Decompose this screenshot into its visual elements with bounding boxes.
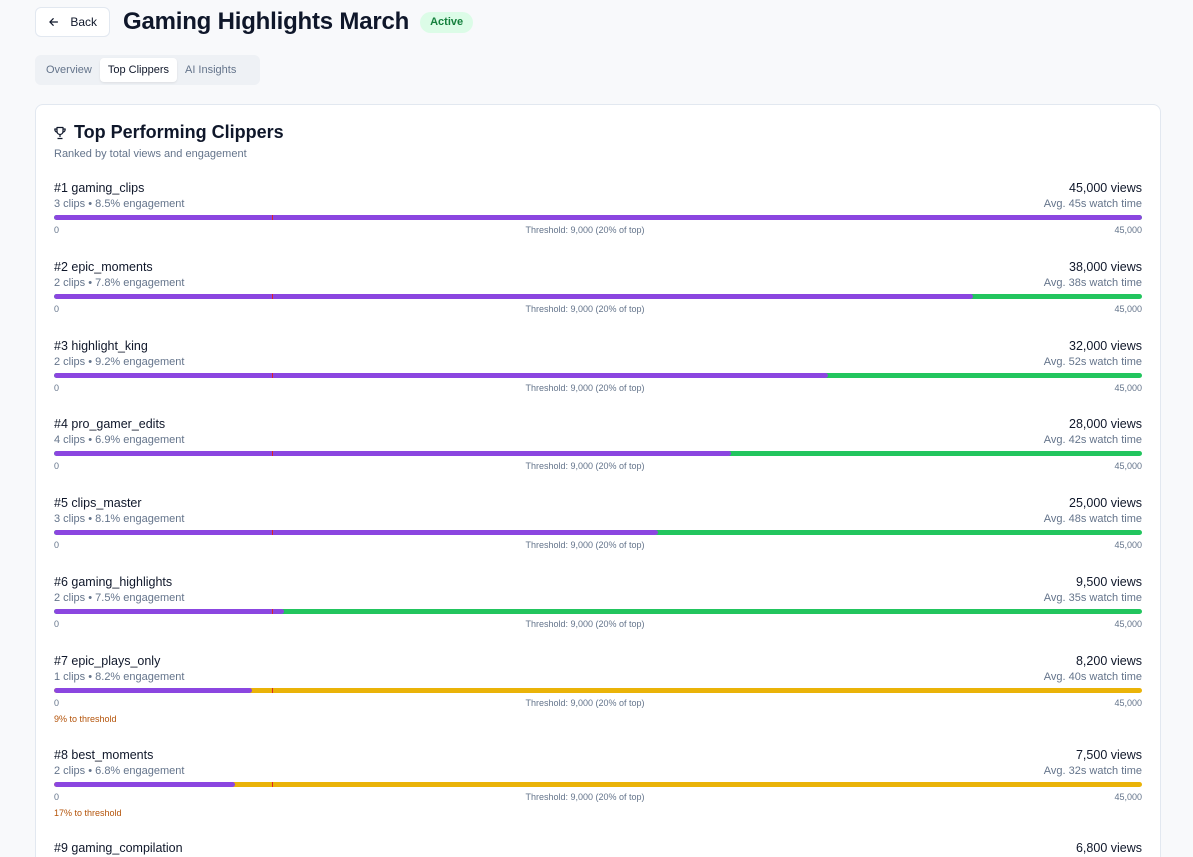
axis-max-label: 45,000 <box>1114 792 1142 802</box>
tab-ai-insights[interactable]: AI Insights <box>177 58 244 82</box>
threshold-marker <box>271 451 273 456</box>
axis-max-label: 45,000 <box>1114 304 1142 314</box>
tab-top-clippers[interactable]: Top Clippers <box>99 58 177 82</box>
clipper-meta: 2 clips • 7.5% engagement <box>54 592 185 604</box>
views-progress-bar <box>54 609 1142 614</box>
clipper-name: #5 clips_master <box>54 496 142 510</box>
threshold-marker <box>271 688 273 693</box>
views-progress-bar <box>54 451 1142 456</box>
arrow-left-icon <box>49 18 59 26</box>
clipper-views: 6,800 views <box>1075 841 1142 855</box>
clipper-meta: 1 clips • 8.2% engagement <box>54 671 185 683</box>
threshold-label: Threshold: 9,000 (20% of top) <box>525 540 645 550</box>
clipper-meta: 2 clips • 7.8% engagement <box>54 277 185 289</box>
clipper-meta: 4 clips • 6.9% engagement <box>54 434 185 446</box>
card-title-text: Top Performing Clippers <box>74 122 284 142</box>
threshold-marker <box>271 530 273 535</box>
clipper-name: #2 epic_moments <box>54 260 153 274</box>
clipper-views: 7,500 views <box>1075 748 1142 762</box>
axis-max-label: 45,000 <box>1114 698 1142 708</box>
progress-fill <box>54 782 236 787</box>
views-progress-bar <box>54 215 1142 220</box>
clipper-name: #8 best_moments <box>54 748 154 762</box>
threshold-marker <box>271 782 273 787</box>
progress-fill <box>54 530 659 535</box>
threshold-marker <box>271 609 273 614</box>
views-progress-bar <box>54 782 1142 787</box>
threshold-label: Threshold: 9,000 (20% of top) <box>525 698 645 708</box>
threshold-label: Threshold: 9,000 (20% of top) <box>525 304 645 314</box>
clipper-name: #7 epic_plays_only <box>54 654 161 668</box>
threshold-label: Threshold: 9,000 (20% of top) <box>525 792 645 802</box>
clipper-meta: 3 clips • 8.5% engagement <box>54 198 185 210</box>
clipper-meta: 3 clips • 8.1% engagement <box>54 513 185 525</box>
clipper-watch-time: Avg. 42s watch time <box>1043 434 1142 446</box>
to-threshold-label: 9% to threshold <box>54 714 117 724</box>
threshold-label: Threshold: 9,000 (20% of top) <box>525 383 645 393</box>
axis-max-label: 45,000 <box>1114 461 1142 471</box>
trophy-icon <box>54 126 66 139</box>
threshold-label: Threshold: 9,000 (20% of top) <box>525 225 645 235</box>
clipper-watch-time: Avg. 45s watch time <box>1043 198 1142 210</box>
progress-fill <box>54 373 828 378</box>
clipper-meta: 2 clips • 9.2% engagement <box>54 356 185 368</box>
axis-max-label: 45,000 <box>1114 540 1142 550</box>
clipper-views: 38,000 views <box>1069 260 1142 274</box>
axis-max-label: 45,000 <box>1114 619 1142 629</box>
axis-max-label: 45,000 <box>1114 225 1142 235</box>
threshold-label: Threshold: 9,000 (20% of top) <box>525 461 645 471</box>
page-header: Back Gaming Highlights March Active <box>35 7 474 37</box>
threshold-marker <box>271 373 273 378</box>
status-badge: Active <box>420 11 474 33</box>
clipper-watch-time: Avg. 35s watch time <box>1043 592 1142 604</box>
card-subtitle: Ranked by total views and engagement <box>54 148 247 160</box>
clipper-views: 32,000 views <box>1069 339 1142 353</box>
page-title: Gaming Highlights March <box>123 8 410 35</box>
clipper-watch-time: Avg. 38s watch time <box>1043 277 1142 289</box>
axis-max-label: 45,000 <box>1114 383 1142 393</box>
tab-overview[interactable]: Overview <box>38 58 100 82</box>
clipper-watch-time: Avg. 48s watch time <box>1043 513 1142 525</box>
views-progress-bar <box>54 294 1142 299</box>
progress-fill <box>54 609 284 614</box>
threshold-label: Threshold: 9,000 (20% of top) <box>525 619 645 629</box>
progress-fill <box>54 215 1142 220</box>
top-clippers-card: Top Performing Clippers Ranked by total … <box>35 104 1161 857</box>
threshold-marker <box>271 215 273 220</box>
clipper-name: #9 gaming_compilation <box>54 841 183 855</box>
progress-fill <box>54 688 253 693</box>
progress-fill <box>54 451 731 456</box>
clipper-name: #4 pro_gamer_edits <box>54 417 166 431</box>
clipper-watch-time: Avg. 32s watch time <box>1043 765 1142 777</box>
back-button-label: Back <box>70 15 97 29</box>
clipper-name: #1 gaming_clips <box>54 181 145 195</box>
clipper-name: #3 highlight_king <box>54 339 148 353</box>
clipper-views: 28,000 views <box>1069 417 1142 431</box>
to-threshold-label: 17% to threshold <box>54 808 122 818</box>
views-progress-bar <box>54 530 1142 535</box>
progress-fill <box>54 294 973 299</box>
clipper-watch-time: Avg. 52s watch time <box>1043 356 1142 368</box>
clipper-views: 45,000 views <box>1069 181 1142 195</box>
clipper-views: 25,000 views <box>1069 496 1142 510</box>
clipper-watch-time: Avg. 40s watch time <box>1043 671 1142 683</box>
clipper-views: 8,200 views <box>1075 654 1142 668</box>
threshold-marker <box>271 294 273 299</box>
card-title: Top Performing Clippers <box>53 122 284 143</box>
views-progress-bar <box>54 688 1142 693</box>
back-button[interactable]: Back <box>35 7 110 37</box>
clipper-views: 9,500 views <box>1075 575 1142 589</box>
tab-bar: Overview Top Clippers AI Insights <box>35 55 260 85</box>
clipper-meta: 2 clips • 6.8% engagement <box>54 765 185 777</box>
views-progress-bar <box>54 373 1142 378</box>
clipper-name: #6 gaming_highlights <box>54 575 173 589</box>
